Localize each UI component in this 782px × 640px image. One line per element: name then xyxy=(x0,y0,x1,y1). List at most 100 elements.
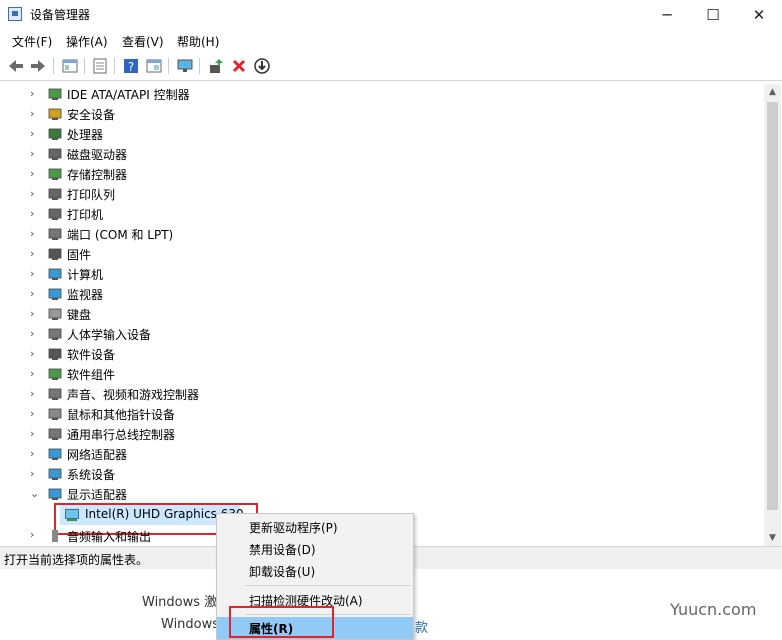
menu-bar: 文件(F) 操作(A) 查看(V) 帮助(H) xyxy=(0,30,782,52)
chevron-right-icon[interactable]: › xyxy=(30,266,42,282)
menu-file[interactable]: 文件(F) xyxy=(12,33,52,50)
tree-item[interactable]: › 固件 xyxy=(4,244,764,264)
tree-item-label: 固件 xyxy=(67,248,92,262)
chevron-right-icon[interactable]: › xyxy=(30,426,42,442)
keyboard-icon xyxy=(48,307,62,321)
display-adapter-icon xyxy=(48,487,62,501)
windows-settings-text: Windows xyxy=(161,617,220,632)
tree-item[interactable]: › 系统设备 xyxy=(4,464,764,484)
chevron-right-icon[interactable]: › xyxy=(30,306,42,322)
tree-item[interactable]: › 监视器 xyxy=(4,284,764,304)
toolbar: ? xyxy=(0,53,782,81)
tree-item-label: 安全设备 xyxy=(67,108,116,122)
mouse-icon xyxy=(48,407,62,421)
chevron-right-icon[interactable]: › xyxy=(30,366,42,382)
properties-icon[interactable] xyxy=(91,57,109,75)
tree-item-label: 监视器 xyxy=(67,288,104,302)
ide-icon xyxy=(48,87,62,101)
chevron-down-icon[interactable]: ⌄ xyxy=(30,486,42,502)
chevron-right-icon[interactable]: › xyxy=(30,326,42,342)
tree-item[interactable]: › 网络适配器 xyxy=(4,444,764,464)
port-icon xyxy=(48,227,62,241)
tree-item[interactable]: › 鼠标和其他指针设备 xyxy=(4,404,764,424)
chevron-right-icon[interactable]: › xyxy=(30,106,42,122)
scan-monitor-icon[interactable] xyxy=(176,57,194,75)
processor-icon xyxy=(48,127,62,141)
tree-item[interactable]: › 安全设备 xyxy=(4,104,764,124)
vertical-scrollbar[interactable]: ▲ ▼ xyxy=(764,84,781,546)
tree-item[interactable]: › 打印队列 xyxy=(4,184,764,204)
chevron-right-icon[interactable]: › xyxy=(30,466,42,482)
ctx-disable-device[interactable]: 禁用设备(D) xyxy=(217,538,413,560)
tree-item-label: 键盘 xyxy=(67,308,92,322)
ctx-update-driver[interactable]: 更新驱动程序(P) xyxy=(217,516,413,538)
status-text: 打开当前选择项的属性表。 xyxy=(4,553,149,567)
update-driver-icon[interactable] xyxy=(207,57,225,75)
disable-icon[interactable] xyxy=(253,57,271,75)
printer-icon xyxy=(48,207,62,221)
tree-item-label: 软件设备 xyxy=(67,348,116,362)
tree-item[interactable]: › 声音、视频和游戏控制器 xyxy=(4,384,764,404)
chevron-right-icon[interactable]: › xyxy=(30,166,42,182)
sound-icon xyxy=(48,387,62,401)
tree-item[interactable]: › 磁盘驱动器 xyxy=(4,144,764,164)
chevron-right-icon[interactable]: › xyxy=(30,226,42,242)
window-title: 设备管理器 xyxy=(30,8,91,22)
chevron-right-icon[interactable]: › xyxy=(30,386,42,402)
chevron-right-icon[interactable]: › xyxy=(30,246,42,262)
print-queue-icon xyxy=(48,187,62,201)
tree-item-label: 打印机 xyxy=(67,208,104,222)
maximize-button[interactable]: ☐ xyxy=(690,0,736,30)
menu-help[interactable]: 帮助(H) xyxy=(177,33,219,50)
disk-drive-icon xyxy=(48,147,62,161)
tree-item[interactable]: › 键盘 xyxy=(4,304,764,324)
tree-item[interactable]: › 打印机 xyxy=(4,204,764,224)
back-arrow-icon[interactable] xyxy=(7,57,25,75)
tree-item-audio-io[interactable]: › 音频输入和输出 xyxy=(30,526,230,546)
tree-item[interactable]: › 处理器 xyxy=(4,124,764,144)
chevron-right-icon[interactable]: › xyxy=(30,186,42,202)
tree-item-label: 计算机 xyxy=(67,268,104,282)
help-icon[interactable]: ? xyxy=(122,57,140,75)
menu-view[interactable]: 查看(V) xyxy=(122,33,164,50)
scroll-up-icon[interactable]: ▲ xyxy=(764,84,781,100)
tree-item[interactable]: › 软件设备 xyxy=(4,344,764,364)
uninstall-icon[interactable] xyxy=(230,57,248,75)
hid-icon xyxy=(48,327,62,341)
chevron-right-icon[interactable]: › xyxy=(30,86,42,102)
windows-activation-text: Windows 激 xyxy=(142,595,218,610)
ctx-uninstall-device[interactable]: 卸载设备(U) xyxy=(217,560,413,582)
tree-item[interactable]: › 通用串行总线控制器 xyxy=(4,424,764,444)
chevron-right-icon[interactable]: › xyxy=(30,406,42,422)
system-device-icon xyxy=(48,467,62,481)
forward-arrow-icon[interactable] xyxy=(29,57,47,75)
scroll-thumb[interactable] xyxy=(767,102,778,510)
highlight-box-properties xyxy=(229,606,334,638)
tree-item[interactable]: › 存储控制器 xyxy=(4,164,764,184)
chevron-right-icon[interactable]: › xyxy=(30,206,42,222)
show-hide-tree-icon[interactable] xyxy=(61,57,79,75)
show-hidden-icon[interactable] xyxy=(145,57,163,75)
chevron-right-icon[interactable]: › xyxy=(30,126,42,142)
tree-item[interactable]: › IDE ATA/ATAPI 控制器 xyxy=(4,84,764,104)
chevron-right-icon[interactable]: › xyxy=(30,346,42,362)
tree-item[interactable]: › 人体学输入设备 xyxy=(4,324,764,344)
audio-io-icon xyxy=(48,529,62,543)
scroll-down-icon[interactable]: ▼ xyxy=(764,530,781,546)
chevron-right-icon[interactable]: › xyxy=(30,146,42,162)
tree-item-intel-uhd[interactable]: Intel(R) UHD Graphics 630 xyxy=(60,505,244,525)
menu-action[interactable]: 操作(A) xyxy=(66,33,108,50)
security-device-icon xyxy=(48,107,62,121)
windows-link-tail[interactable]: 款 xyxy=(415,617,428,636)
tree-item[interactable]: ⌄ 显示适配器 xyxy=(4,484,764,504)
tree-item-label: 音频输入和输出 xyxy=(67,530,152,544)
tree-item[interactable]: › 端口 (COM 和 LPT) xyxy=(4,224,764,244)
tree-item[interactable]: › 计算机 xyxy=(4,264,764,284)
network-adapter-icon xyxy=(48,447,62,461)
minimize-button[interactable]: ─ xyxy=(644,0,690,30)
chevron-right-icon[interactable]: › xyxy=(30,446,42,462)
title-bar: 设备管理器 ─ ☐ ✕ xyxy=(0,0,782,30)
close-button[interactable]: ✕ xyxy=(736,0,782,30)
tree-item[interactable]: › 软件组件 xyxy=(4,364,764,384)
chevron-right-icon[interactable]: › xyxy=(30,286,42,302)
